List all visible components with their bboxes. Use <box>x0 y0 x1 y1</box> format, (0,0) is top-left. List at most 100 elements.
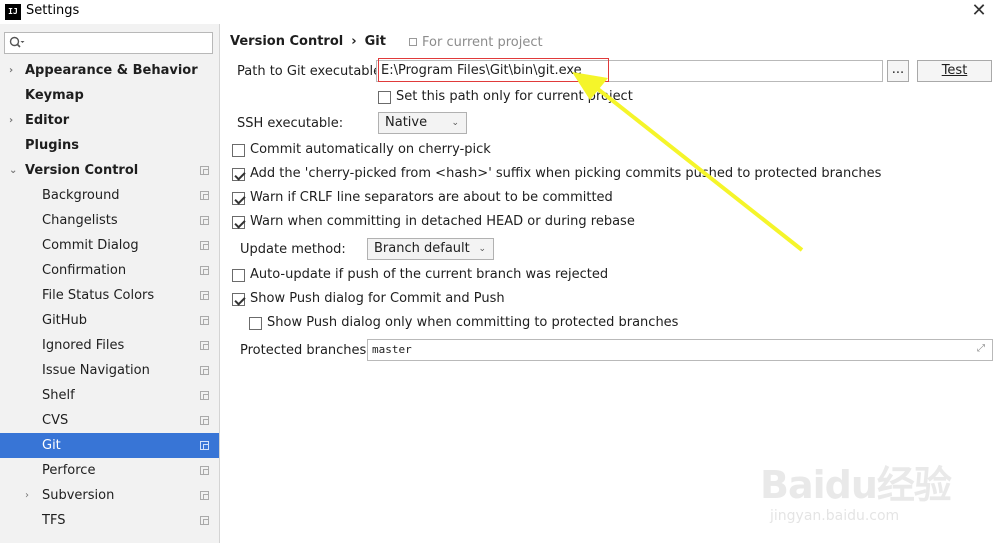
breadcrumb: Version Control › Git <box>230 34 386 49</box>
sidebar-item-label: CVS <box>42 413 69 428</box>
copy-icon <box>200 291 209 300</box>
sidebar-item-label: Subversion <box>42 488 115 503</box>
sidebar-item-subversion[interactable]: › Subversion <box>0 483 219 508</box>
baidu-watermark: Baidu经验 jingyan.baidu.com <box>760 430 990 540</box>
copy-icon <box>409 38 417 46</box>
sidebar-item-label: Keymap <box>25 88 84 103</box>
sidebar-item-label: GitHub <box>42 313 88 328</box>
option-label: Warn when committing in detached HEAD or… <box>250 214 635 229</box>
checkbox-box <box>232 293 245 306</box>
checkbox-box <box>232 168 245 181</box>
copy-icon <box>200 191 209 200</box>
checkbox-box <box>232 144 245 157</box>
update-method-label: Update method: <box>240 242 346 257</box>
watermark-sub: jingyan.baidu.com <box>770 508 900 524</box>
sidebar-item-changelists[interactable]: Changelists <box>0 208 219 233</box>
sidebar-item-label: Plugins <box>25 138 79 153</box>
sidebar-item-tfs[interactable]: TFS <box>0 508 219 533</box>
show-push-label: Show Push dialog for Commit and Push <box>250 291 505 306</box>
sidebar-item-label: Changelists <box>42 213 118 228</box>
sidebar-item-appearance-behavior[interactable]: › Appearance & Behavior <box>0 58 219 83</box>
chevron-down-icon[interactable]: ⌄ <box>9 158 19 183</box>
ssh-label: SSH executable: <box>237 116 344 131</box>
sidebar-item-shelf[interactable]: Shelf <box>0 383 219 408</box>
sidebar-item-git[interactable]: Git <box>0 433 219 458</box>
copy-icon <box>200 516 209 525</box>
sidebar-item-editor[interactable]: › Editor <box>0 108 219 133</box>
chevron-right-icon[interactable]: › <box>25 483 35 508</box>
breadcrumb-git: Git <box>364 34 386 49</box>
sidebar-item-label: TFS <box>42 513 66 528</box>
copy-icon <box>200 441 209 450</box>
search-icon <box>9 36 25 48</box>
sidebar-item-version-control[interactable]: ⌄ Version Control <box>0 158 219 183</box>
sidebar-item-label: Git <box>42 438 61 453</box>
copy-icon <box>200 391 209 400</box>
checkbox-box <box>249 317 262 330</box>
sidebar-item-label: Issue Navigation <box>42 363 150 378</box>
breadcrumb-version-control[interactable]: Version Control <box>230 34 343 49</box>
sidebar-item-label: Appearance & Behavior <box>25 63 198 78</box>
copy-icon <box>200 266 209 275</box>
sidebar-item-label: Version Control <box>25 163 139 178</box>
sidebar-item-background[interactable]: Background <box>0 183 219 208</box>
copy-icon <box>200 341 209 350</box>
chevron-down-icon: ⌄ <box>451 118 459 128</box>
path-label: Path to Git executable: <box>237 64 386 79</box>
settings-search-input[interactable] <box>4 32 213 54</box>
option-label: Add the 'cherry-picked from <hash>' suff… <box>250 166 882 181</box>
sidebar-item-confirmation[interactable]: Confirmation <box>0 258 219 283</box>
checkbox-box <box>232 269 245 282</box>
update-method-dropdown[interactable]: Branch default ⌄ <box>367 238 494 260</box>
protected-branches-label: Protected branches: <box>240 343 371 358</box>
sidebar-item-commit-dialog[interactable]: Commit Dialog <box>0 233 219 258</box>
sidebar-item-label: Ignored Files <box>42 338 125 353</box>
sidebar-item-label: Confirmation <box>42 263 127 278</box>
copy-icon <box>200 216 209 225</box>
test-button[interactable]: Test <box>917 60 992 82</box>
watermark-text: Baidu经验 <box>760 463 952 507</box>
close-icon[interactable]: ✕ <box>966 0 992 22</box>
checkbox-box <box>232 216 245 229</box>
chevron-right-icon[interactable]: › <box>9 58 19 83</box>
sidebar-item-perforce[interactable]: Perforce <box>0 458 219 483</box>
sidebar-item-file-status-colors[interactable]: File Status Colors <box>0 283 219 308</box>
checkbox-box <box>378 91 391 104</box>
sidebar-item-ignored-files[interactable]: Ignored Files <box>0 333 219 358</box>
sidebar-item-github[interactable]: GitHub <box>0 308 219 333</box>
settings-sidebar: › Appearance & Behavior Keymap › Editor Plugi… <box>0 24 220 543</box>
update-method-value: Branch default <box>374 241 470 256</box>
sidebar-item-label: Editor <box>25 113 70 128</box>
sidebar-item-keymap[interactable]: Keymap <box>0 83 219 108</box>
sidebar-item-label: Background <box>42 188 120 203</box>
option-label: Commit automatically on cherry-pick <box>250 142 491 157</box>
project-scope-hint: For current project <box>409 35 543 50</box>
chevron-right-icon[interactable]: › <box>9 108 19 133</box>
title-bar: IJ Settings ✕ <box>0 0 996 24</box>
ssh-value: Native <box>385 115 428 130</box>
path-only-current-label: Set this path only for current project <box>396 89 633 104</box>
path-highlight-box <box>378 58 609 82</box>
sidebar-item-issue-navigation[interactable]: Issue Navigation <box>0 358 219 383</box>
option-label: Warn if CRLF line separators are about t… <box>250 190 613 205</box>
window-title: Settings <box>26 3 80 18</box>
sidebar-item-label: Perforce <box>42 463 96 478</box>
expand-icon[interactable]: ⤢ <box>977 344 987 354</box>
sidebar-item-plugins[interactable]: Plugins <box>0 133 219 158</box>
copy-icon <box>200 491 209 500</box>
copy-icon <box>200 241 209 250</box>
copy-icon <box>200 466 209 475</box>
chevron-down-icon: ⌄ <box>478 244 486 254</box>
sidebar-item-label: Shelf <box>42 388 75 403</box>
copy-icon <box>200 416 209 425</box>
checkbox-box <box>232 192 245 205</box>
sidebar-item-label: File Status Colors <box>42 288 155 303</box>
protected-branches-input[interactable]: master ⤢ <box>367 339 993 361</box>
ssh-executable-dropdown[interactable]: Native ⌄ <box>378 112 467 134</box>
auto-update-label: Auto-update if push of the current branc… <box>250 267 609 282</box>
copy-icon <box>200 316 209 325</box>
browse-button[interactable]: ... <box>887 60 909 82</box>
test-label: Test <box>941 63 968 78</box>
sidebar-item-cvs[interactable]: CVS <box>0 408 219 433</box>
copy-icon <box>200 166 209 175</box>
